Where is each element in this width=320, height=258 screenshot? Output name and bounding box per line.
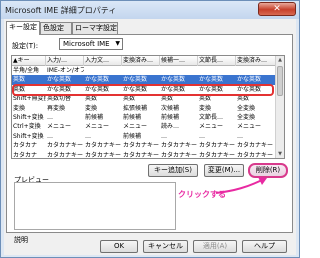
- column-header[interactable]: 入力/…: [46, 56, 84, 66]
- table-cell: 再変換: [47, 104, 66, 112]
- column-header[interactable]: 候補一…: [160, 56, 198, 66]
- table-cell: カタカナ: [13, 151, 38, 159]
- table-row[interactable]: Shift+変換…… 前候補………: [12, 132, 276, 141]
- table-cell: …: [47, 132, 53, 140]
- help-button[interactable]: ヘルプ: [242, 240, 287, 253]
- table-cell: 変換: [199, 104, 212, 112]
- table-cell: カタカナキー: [47, 151, 84, 159]
- table-cell: カタカナキー: [237, 151, 274, 159]
- table-cell: カタカナキー: [237, 142, 274, 150]
- ok-button[interactable]: OK: [100, 240, 138, 253]
- column-header[interactable]: ▲キー: [12, 56, 46, 66]
- table-row[interactable]: 変換 再変換 変換 拡張候補 次候補 変換 全変換: [12, 104, 276, 113]
- table-cell: Ctrl+変換: [13, 123, 41, 131]
- table-row[interactable]: Shift+変換… 前候補 前候補 前候補 文節長… 全変換: [12, 113, 276, 122]
- vertical-scrollbar[interactable]: ▲ ▼: [275, 56, 284, 158]
- preview-box: [14, 182, 176, 230]
- table-cell: メニュー: [237, 123, 262, 131]
- table-cell: …: [199, 132, 205, 140]
- add-key-button[interactable]: キー追加(S): [148, 164, 198, 177]
- dialog-body: キー設定 色設定 ローマ字設定 設定(T): Microsoft IME ▼ ▲…: [4, 19, 296, 255]
- table-cell: カタカナキー: [123, 151, 160, 159]
- tab-key-settings[interactable]: キー設定: [6, 21, 40, 35]
- close-button[interactable]: ✕: [258, 2, 296, 16]
- table-cell: カタカナキー: [123, 142, 160, 150]
- table-cell: IME-オン/オフ: [47, 67, 84, 74]
- table-cell: 拡張候補: [123, 104, 148, 112]
- table-cell: カタカナキー: [47, 142, 84, 150]
- table-cell: カタカナキー: [199, 142, 236, 150]
- table-cell: Shift+変換: [13, 113, 44, 121]
- table-cell: 全変換: [237, 113, 256, 121]
- window-title: Microsoft IME 詳細プロパティ: [5, 6, 117, 15]
- table-cell: カタカナキー: [85, 142, 122, 150]
- table-row[interactable]: カタカナ カタカナキー カタカナキー カタカナキー カタカナキー カタカナキー カタカナキー: [12, 141, 276, 150]
- column-header[interactable]: 変換済み…: [122, 56, 160, 66]
- table-row[interactable]: カタカナ カタカナキー カタカナキー カタカナキー カタカナキー カタカナキー カタカナキー: [12, 151, 276, 159]
- chevron-down-icon: ▼: [115, 40, 120, 47]
- table-cell: カタカナキー: [161, 142, 198, 150]
- table-cell: 前候補: [85, 113, 104, 121]
- table-row[interactable]: 半角/全角 IME-オン/オフ: [12, 66, 276, 75]
- table-cell: 次候補: [161, 104, 180, 112]
- scroll-down-icon[interactable]: ▼: [276, 150, 284, 158]
- setting-dropdown[interactable]: Microsoft IME ▼: [59, 38, 123, 50]
- table-cell: メニュー: [199, 123, 224, 131]
- cancel-button[interactable]: キャンセル: [143, 240, 188, 253]
- table-cell: カタカナキー: [161, 151, 198, 159]
- table-cell: カタカナ: [13, 142, 38, 150]
- dialog-footer: OK キャンセル 適用(A) ヘルプ: [4, 237, 296, 255]
- table-cell: 全変換: [237, 104, 256, 112]
- table-cell: 前候補: [123, 132, 142, 140]
- column-header[interactable]: 入力文…: [84, 56, 122, 66]
- title-bar: Microsoft IME 詳細プロパティ ✕: [1, 1, 299, 19]
- table-cell: Shift+変換: [13, 132, 44, 140]
- table-cell: …: [237, 132, 243, 140]
- table-cell: メニュー: [85, 123, 110, 131]
- scroll-up-icon[interactable]: ▲: [276, 56, 284, 64]
- table-cell: 変換: [85, 104, 98, 112]
- table-cell: 半角/全角: [13, 67, 40, 74]
- tab-color-settings[interactable]: 色設定: [40, 22, 72, 34]
- scroll-thumb[interactable]: [277, 66, 283, 96]
- apply-button[interactable]: 適用(A): [193, 240, 237, 253]
- click-annotation-text: クリックする: [178, 190, 226, 199]
- column-header-label: キー: [17, 57, 30, 64]
- table-body: 半角/全角 IME-オン/オフ 英数 かな英数 かな英数 かな英数 かな英数 かな英数 かな英数…: [12, 66, 276, 159]
- table-cell: …: [47, 113, 53, 121]
- table-cell: カタカナキー: [85, 151, 122, 159]
- table-cell: 文節長…: [199, 113, 224, 121]
- key-table[interactable]: ▲キー 入力/… 入力文… 変換済み… 候補一… 文節長… 変換済み… 半角/全…: [11, 55, 285, 159]
- table-cell: …: [161, 132, 167, 140]
- setting-label: 設定(T):: [12, 42, 39, 50]
- table-cell: メニュー: [123, 123, 148, 131]
- column-header[interactable]: 変換済み…: [236, 56, 276, 66]
- tab-romaji-settings[interactable]: ローマ字設定: [72, 22, 118, 34]
- table-cell: カタカナキー: [199, 151, 236, 159]
- table-cell: 前候補: [123, 113, 142, 121]
- table-cell: …: [85, 132, 91, 140]
- table-cell: メニュー: [47, 123, 72, 131]
- column-header[interactable]: 文節長…: [198, 56, 236, 66]
- table-row[interactable]: Ctrl+変換 メニュー メニュー メニュー 読み… メニュー メニュー: [12, 122, 276, 131]
- table-cell: 変換: [13, 104, 26, 112]
- setting-dropdown-value: Microsoft IME: [63, 40, 110, 48]
- dialog-window: Microsoft IME 詳細プロパティ ✕ キー設定 色設定 ローマ字設定 …: [0, 0, 300, 258]
- table-header: ▲キー 入力/… 入力文… 変換済み… 候補一… 文節長… 変換済み…: [12, 56, 276, 66]
- table-cell: 前候補: [161, 113, 180, 121]
- table-cell: 読み…: [161, 123, 180, 131]
- row-highlight-annotation: [12, 84, 274, 96]
